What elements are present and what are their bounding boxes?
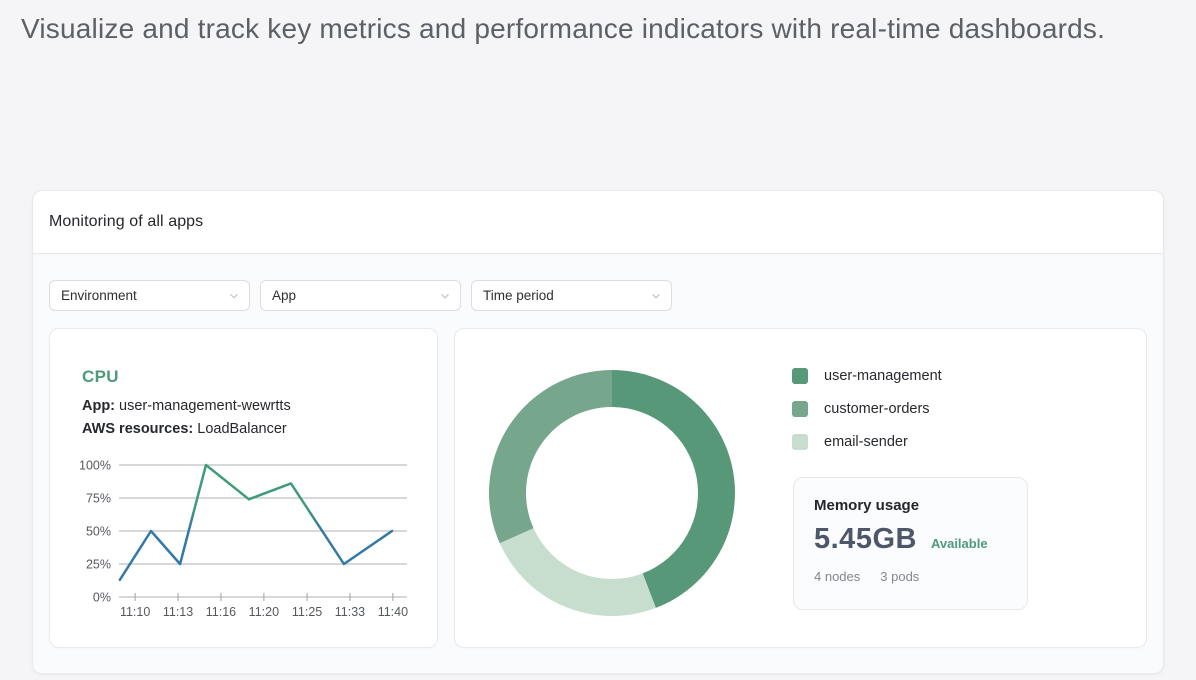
svg-text:11:25: 11:25 (292, 605, 322, 619)
environment-select-label: Environment (61, 288, 137, 303)
cpu-line-chart: 0% 25% 50% 75% 100% 11:10 11:13 11:16 11:20 11:25… (66, 455, 418, 621)
cpu-card-meta: App: user-management-wewrtts AWS resourc… (82, 395, 291, 441)
chevron-down-icon (228, 290, 240, 302)
monitoring-panel: Monitoring of all apps Environment App T… (32, 190, 1164, 674)
app-select-label: App (272, 288, 296, 303)
chevron-down-icon (439, 290, 451, 302)
panel-title: Monitoring of all apps (49, 213, 203, 231)
memory-overview-card: user-management customer-orders email-se… (454, 328, 1147, 648)
memory-usage-card: Memory usage 5.45GB Available 4 nodes 3 … (793, 477, 1028, 610)
legend-swatch (792, 368, 808, 384)
cpu-card-title: CPU (82, 367, 119, 387)
pods-count: 3 pods (880, 569, 919, 584)
time-period-select[interactable]: Time period (471, 280, 672, 311)
legend-label: user-management (824, 368, 942, 384)
dashboard-cards-row: CPU App: user-management-wewrtts AWS res… (33, 311, 1163, 648)
svg-text:11:40: 11:40 (378, 605, 408, 619)
donut-legend: user-management customer-orders email-se… (792, 367, 942, 450)
panel-header: Monitoring of all apps (33, 191, 1163, 254)
memory-usage-title: Memory usage (814, 497, 1007, 514)
legend-label: email-sender (824, 434, 908, 450)
cpu-metric-card: CPU App: user-management-wewrtts AWS res… (49, 328, 438, 648)
legend-item-customer-orders: customer-orders (792, 400, 942, 417)
cpu-aws-line: AWS resources: LoadBalancer (82, 418, 291, 441)
nodes-count: 4 nodes (814, 569, 860, 584)
svg-text:0%: 0% (93, 591, 111, 605)
legend-swatch (792, 434, 808, 450)
legend-label: customer-orders (824, 401, 930, 417)
svg-text:100%: 100% (79, 459, 111, 473)
legend-item-email-sender: email-sender (792, 433, 942, 450)
legend-item-user-management: user-management (792, 367, 942, 384)
memory-status-badge: Available (931, 536, 988, 551)
app-select[interactable]: App (260, 280, 461, 311)
legend-swatch (792, 401, 808, 417)
svg-text:11:10: 11:10 (120, 605, 150, 619)
environment-select[interactable]: Environment (49, 280, 250, 311)
time-period-select-label: Time period (483, 288, 554, 303)
svg-text:75%: 75% (86, 492, 111, 506)
filter-bar: Environment App Time period (33, 254, 1163, 311)
memory-value-row: 5.45GB Available (814, 523, 1007, 556)
svg-text:50%: 50% (86, 525, 111, 539)
memory-footer: 4 nodes 3 pods (814, 569, 1007, 584)
svg-text:11:33: 11:33 (335, 605, 365, 619)
memory-donut-chart (487, 368, 737, 618)
svg-text:11:13: 11:13 (163, 605, 193, 619)
cpu-app-value: user-management-wewrtts (119, 398, 291, 414)
page-heading: Visualize and track key metrics and perf… (21, 5, 1171, 52)
svg-text:11:20: 11:20 (249, 605, 279, 619)
cpu-app-line: App: user-management-wewrtts (82, 395, 291, 418)
cpu-app-label: App: (82, 398, 115, 414)
cpu-aws-value: LoadBalancer (197, 421, 287, 437)
chevron-down-icon (650, 290, 662, 302)
svg-text:11:16: 11:16 (206, 605, 236, 619)
memory-value: 5.45GB (814, 523, 917, 556)
svg-text:25%: 25% (86, 558, 111, 572)
cpu-aws-label: AWS resources: (82, 421, 193, 437)
